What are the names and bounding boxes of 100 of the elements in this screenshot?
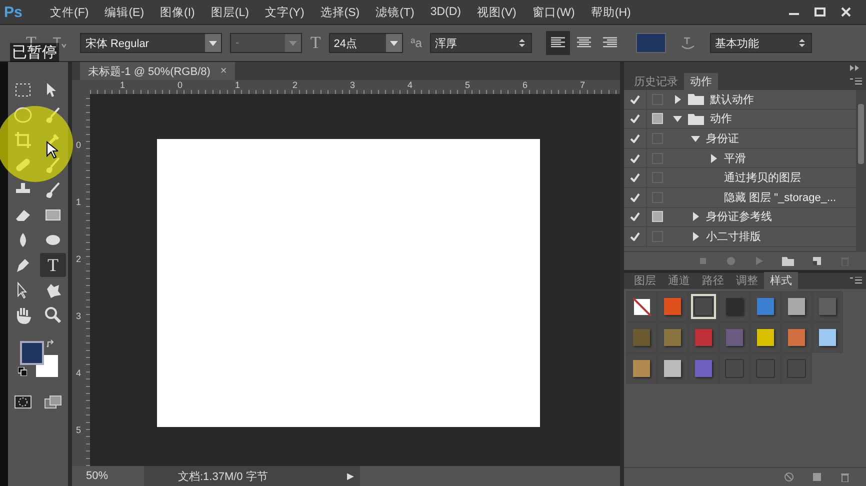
- checkmark-icon[interactable]: [630, 173, 640, 182]
- action-row[interactable]: 隐藏 图层 "_storage_...: [624, 188, 856, 208]
- ruler-label: 4: [408, 80, 413, 90]
- font-size-glyph: T: [310, 33, 321, 53]
- panel-menu-icon[interactable]: [850, 78, 862, 86]
- checkmark-icon[interactable]: [630, 192, 640, 202]
- foreground-color-swatch[interactable]: [20, 341, 44, 365]
- align-left-button[interactable]: [546, 31, 570, 55]
- ruler-label: 2: [76, 254, 82, 264]
- panel-menu-icon[interactable]: [850, 277, 862, 285]
- panel-tab[interactable]: 路径: [696, 272, 730, 289]
- close-tab-button[interactable]: ×: [220, 65, 227, 77]
- panel-tab[interactable]: 动作: [684, 73, 718, 90]
- menu-item[interactable]: 选择(S): [320, 4, 360, 20]
- disclosure-triangle-icon[interactable]: [709, 154, 718, 163]
- checkmark-icon[interactable]: [630, 154, 640, 163]
- action-label: 隐藏 图层 "_storage_...: [724, 190, 836, 205]
- folder-icon[interactable]: [782, 256, 794, 266]
- ruler-label: 6: [522, 80, 528, 90]
- action-row[interactable]: 身份证: [624, 129, 856, 149]
- style-swatch[interactable]: [688, 291, 719, 322]
- menu-item[interactable]: 帮助(H): [590, 4, 631, 20]
- font-size-dropdown[interactable]: 24点: [328, 33, 403, 53]
- checkmark-icon[interactable]: [630, 232, 640, 241]
- checkmark-icon[interactable]: [630, 212, 640, 222]
- crop-icon: [14, 131, 32, 149]
- ruler-label: 1: [235, 80, 240, 90]
- close-icon[interactable]: [840, 7, 852, 17]
- new-item-icon[interactable]: [812, 472, 822, 482]
- action-row[interactable]: 平滑: [624, 148, 856, 168]
- menu-item[interactable]: 3D(D): [430, 6, 461, 18]
- action-row[interactable]: 身份证参考线: [624, 208, 856, 228]
- ruler-label: 3: [76, 311, 82, 321]
- brush-icon: [44, 181, 62, 199]
- workspace-dropdown[interactable]: 基本功能: [710, 33, 812, 53]
- anti-alias-dropdown[interactable]: 浑厚: [430, 33, 532, 53]
- collapse-panels-icon[interactable]: [850, 65, 860, 71]
- text-lines-icon: [602, 37, 617, 49]
- document-tab[interactable]: 未标题-1 @ 50%(RGB/8) ×: [80, 62, 235, 80]
- quick-mask-icon[interactable]: [14, 395, 32, 409]
- ruler-label: 4: [76, 368, 82, 378]
- ruler-label: 2: [292, 80, 298, 90]
- checkmark-icon[interactable]: [630, 134, 640, 143]
- text-color-swatch[interactable]: [636, 33, 666, 53]
- action-row[interactable]: 小二寸排版: [624, 227, 856, 247]
- screen-mode-icon[interactable]: [44, 395, 62, 409]
- pen-icon: [14, 256, 32, 274]
- ruler-label: 5: [465, 80, 470, 90]
- disclosure-triangle-icon[interactable]: [691, 232, 700, 241]
- magnifier-icon: [44, 306, 62, 324]
- disclosure-triangle-icon[interactable]: [673, 114, 682, 124]
- zoom-level[interactable]: 50%: [72, 470, 144, 482]
- no-style-icon: [632, 298, 650, 316]
- action-label: 默认动作: [710, 92, 754, 107]
- menu-item[interactable]: 文件(F): [50, 4, 89, 20]
- menu-item[interactable]: 图层(L): [210, 4, 249, 20]
- ruler-label: 0: [76, 140, 82, 150]
- status-menu-button[interactable]: ▶: [347, 471, 354, 481]
- type-tool[interactable]: T: [40, 253, 66, 277]
- menu-item[interactable]: 窗口(W): [532, 4, 575, 20]
- hand-icon: [14, 306, 32, 324]
- maximize-icon[interactable]: [814, 7, 826, 17]
- font-family-dropdown[interactable]: 宋体 Regular: [80, 33, 222, 53]
- warp-text-icon[interactable]: [680, 35, 696, 51]
- menu-item[interactable]: 图像(I): [160, 4, 195, 20]
- text-lines-icon: [576, 37, 591, 49]
- action-row[interactable]: 默认动作: [624, 90, 856, 110]
- anti-alias-glyph: ªa: [410, 36, 422, 50]
- action-row[interactable]: 动作: [624, 110, 856, 130]
- app-logo: Ps: [4, 4, 24, 20]
- menu-item[interactable]: 文字(Y): [264, 4, 304, 20]
- brush-icon: [44, 106, 62, 124]
- caret-icon: [285, 34, 302, 52]
- panel-tab[interactable]: 历史记录: [628, 73, 684, 90]
- trash-icon[interactable]: [840, 472, 850, 482]
- panel-tab[interactable]: 通道: [662, 272, 696, 289]
- panel-tab[interactable]: 图层: [628, 272, 662, 289]
- blob-icon: [44, 281, 62, 299]
- disclosure-triangle-icon[interactable]: [691, 134, 700, 143]
- spinner-arrows-icon: [518, 38, 525, 48]
- checkmark-icon[interactable]: [630, 114, 640, 124]
- new-item-icon[interactable]: [812, 256, 822, 266]
- disclosure-triangle-icon[interactable]: [673, 94, 682, 104]
- action-label: 身份证: [706, 132, 739, 146]
- menu-item[interactable]: 编辑(E): [104, 4, 144, 20]
- menu-item[interactable]: 视图(V): [477, 4, 516, 20]
- swap-arrows-icon[interactable]: [46, 339, 56, 349]
- panel-tab[interactable]: 样式: [764, 272, 798, 289]
- disclosure-triangle-icon[interactable]: [691, 212, 700, 222]
- text-lines-icon: [550, 37, 565, 49]
- action-label: 动作: [710, 112, 732, 126]
- default-colors-icon[interactable]: [18, 367, 27, 376]
- mouse-pointer-icon: [46, 141, 58, 159]
- checkmark-icon[interactable]: [630, 94, 640, 104]
- panel-tab[interactable]: 调整: [730, 272, 764, 289]
- ruler-label: 1: [120, 80, 126, 90]
- clear-style-icon[interactable]: [784, 472, 794, 482]
- menu-item[interactable]: 滤镜(T): [376, 4, 414, 20]
- action-row[interactable]: 通过拷贝的图层: [624, 168, 856, 188]
- background-color-swatch[interactable]: [36, 355, 58, 377]
